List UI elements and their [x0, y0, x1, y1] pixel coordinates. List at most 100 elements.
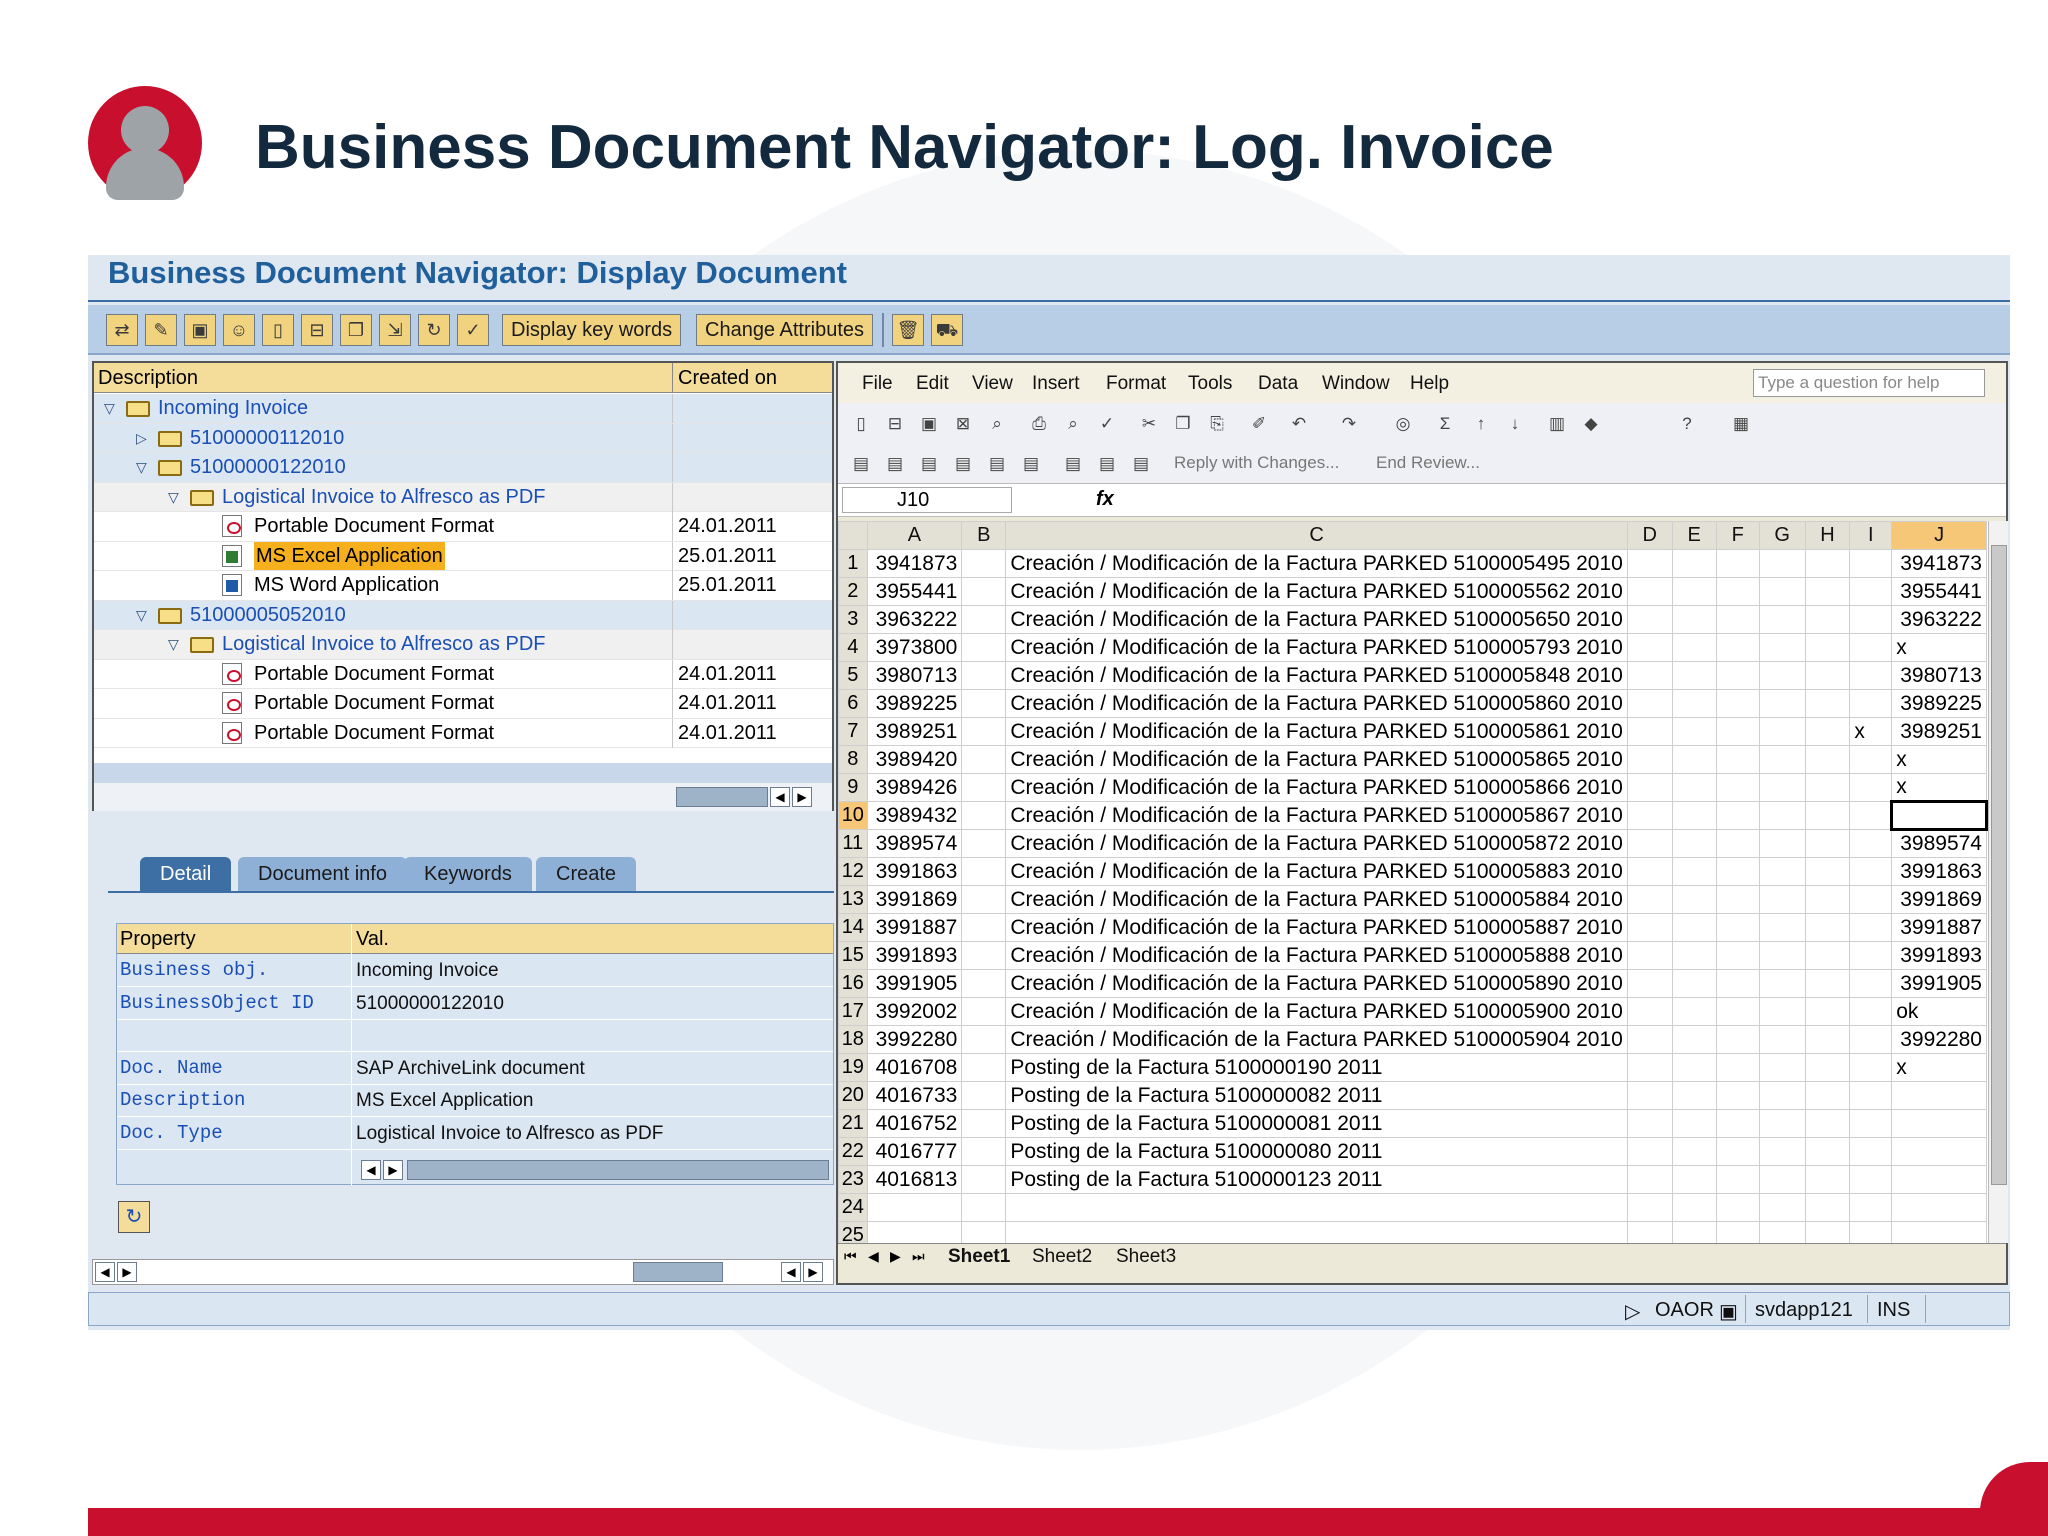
cell-f[interactable] [1715, 773, 1760, 802]
cell-f[interactable] [1715, 661, 1760, 690]
cell-f[interactable] [1715, 1193, 1760, 1222]
cell-b[interactable] [961, 969, 1007, 998]
cell-g[interactable] [1758, 1081, 1806, 1110]
cell-a[interactable]: 4016752 [866, 1109, 963, 1138]
cell-c[interactable]: Creación / Modificación de la Factura PA… [1005, 941, 1628, 970]
tree-row[interactable]: MS Word Application 25.01.2011 [94, 571, 832, 601]
cell-a[interactable]: 3991887 [866, 913, 963, 942]
property-key[interactable]: Description [120, 1089, 245, 1111]
menu-data[interactable]: Data [1258, 373, 1298, 395]
cell-e[interactable] [1671, 1193, 1717, 1222]
row-header[interactable]: 15 [838, 941, 868, 970]
column-header[interactable]: J [1891, 521, 1987, 550]
cell-h[interactable] [1804, 577, 1851, 606]
cell-j[interactable]: 3989251 [1891, 717, 1987, 746]
row-header[interactable]: 21 [838, 1109, 868, 1138]
cell-f[interactable] [1715, 1081, 1760, 1110]
cell-f[interactable] [1715, 1109, 1760, 1138]
cell-f[interactable] [1715, 801, 1760, 830]
autosum-icon[interactable]: Σ [1434, 413, 1456, 435]
tree-row-label[interactable]: Portable Document Format [254, 660, 494, 688]
cell-g[interactable] [1758, 969, 1806, 998]
cell-e[interactable] [1671, 661, 1717, 690]
cell-c[interactable]: Posting de la Factura 5100000080 2011 [1005, 1137, 1628, 1166]
cell-a[interactable]: 3989432 [866, 801, 963, 830]
cell-d[interactable] [1626, 1221, 1673, 1243]
cell-a[interactable]: 3989251 [866, 717, 963, 746]
cell-i[interactable] [1849, 661, 1893, 690]
cell-j[interactable]: 3941873 [1891, 549, 1987, 578]
cell-a[interactable]: 3991863 [866, 857, 963, 886]
reviewing-icon[interactable]: ▤ [918, 453, 940, 475]
cell-g[interactable] [1758, 689, 1806, 718]
cell-h[interactable] [1804, 885, 1851, 914]
cell-c[interactable]: Posting de la Factura 5100000123 2011 [1005, 1165, 1628, 1194]
cell-i[interactable] [1849, 745, 1893, 774]
cell-g[interactable] [1758, 605, 1806, 634]
column-value[interactable]: Val. [356, 928, 389, 951]
save-icon[interactable]: ▣ [918, 413, 940, 435]
cell-i[interactable] [1849, 969, 1893, 998]
cell-i[interactable] [1849, 857, 1893, 886]
scroll-left-icon[interactable]: ◀ [361, 1160, 381, 1180]
cell-b[interactable] [961, 661, 1007, 690]
fx-icon[interactable]: fx [1096, 488, 1114, 511]
cell-c[interactable]: Creación / Modificación de la Factura PA… [1005, 633, 1628, 662]
cell-b[interactable] [961, 1137, 1007, 1166]
cell-h[interactable] [1804, 1165, 1851, 1194]
cell-e[interactable] [1671, 745, 1717, 774]
cell-e[interactable] [1671, 717, 1717, 746]
cell-c[interactable]: Creación / Modificación de la Factura PA… [1005, 549, 1628, 578]
cell-a[interactable]: 4016733 [866, 1081, 963, 1110]
redo-icon[interactable]: ↷ [1338, 413, 1360, 435]
cell-g[interactable] [1758, 633, 1806, 662]
row-header[interactable]: 16 [838, 969, 868, 998]
cell-b[interactable] [961, 941, 1007, 970]
print-preview-icon[interactable]: ⌕ [1062, 413, 1084, 435]
borders-icon[interactable]: ▦ [1730, 413, 1752, 435]
folder-open-icon[interactable]: ⊟ [301, 314, 333, 346]
cell-f[interactable] [1715, 997, 1760, 1026]
sheet-tab-2[interactable]: Sheet2 [1032, 1246, 1092, 1268]
reviewing-icon[interactable]: ▤ [1020, 453, 1042, 475]
cell-h[interactable] [1804, 1109, 1851, 1138]
row-header[interactable]: 1 [838, 549, 868, 578]
cell-g[interactable] [1758, 941, 1806, 970]
cell-i[interactable] [1849, 633, 1893, 662]
cell-c[interactable]: Creación / Modificación de la Factura PA… [1005, 773, 1628, 802]
cell-h[interactable] [1804, 969, 1851, 998]
cell-d[interactable] [1626, 605, 1673, 634]
cell-i[interactable] [1849, 885, 1893, 914]
row-header[interactable]: 10 [838, 801, 868, 830]
cell-h[interactable] [1804, 1025, 1851, 1054]
cell-g[interactable] [1758, 1137, 1806, 1166]
row-header[interactable]: 13 [838, 885, 868, 914]
tree-row-label[interactable]: Portable Document Format [254, 719, 494, 747]
cell-j[interactable] [1891, 1137, 1987, 1166]
cell-a[interactable]: 4016777 [866, 1137, 963, 1166]
tree-row[interactable]: Portable Document Format 24.01.2011 [94, 659, 832, 689]
row-header[interactable]: 23 [838, 1165, 868, 1194]
format-painter-icon[interactable]: ✐ [1248, 413, 1270, 435]
cell-a[interactable]: 3973800 [866, 633, 963, 662]
cell-i[interactable] [1849, 801, 1893, 830]
cell-c[interactable]: Posting de la Factura 5100000081 2011 [1005, 1109, 1628, 1138]
cell-j[interactable] [1891, 1109, 1987, 1138]
cell-a[interactable] [866, 1193, 963, 1222]
cell-j[interactable]: 3963222 [1891, 605, 1987, 634]
display-change-icon[interactable]: ⇄ [106, 314, 138, 346]
cell-d[interactable] [1626, 1193, 1673, 1222]
cell-e[interactable] [1671, 969, 1717, 998]
cell-d[interactable] [1626, 1081, 1673, 1110]
copy-icon[interactable]: ❐ [1172, 413, 1194, 435]
cell-a[interactable]: 3963222 [866, 605, 963, 634]
tree-row[interactable]: ▽ 51000000122010 [94, 453, 832, 483]
cell-c[interactable]: Creación / Modificación de la Factura PA… [1005, 969, 1628, 998]
cell-h[interactable] [1804, 941, 1851, 970]
reviewing-icon[interactable]: ▤ [850, 453, 872, 475]
row-header[interactable]: 18 [838, 1025, 868, 1054]
cell-b[interactable] [961, 577, 1007, 606]
cell-f[interactable] [1715, 689, 1760, 718]
cell-g[interactable] [1758, 857, 1806, 886]
expand-down-icon[interactable]: ▽ [136, 453, 147, 481]
